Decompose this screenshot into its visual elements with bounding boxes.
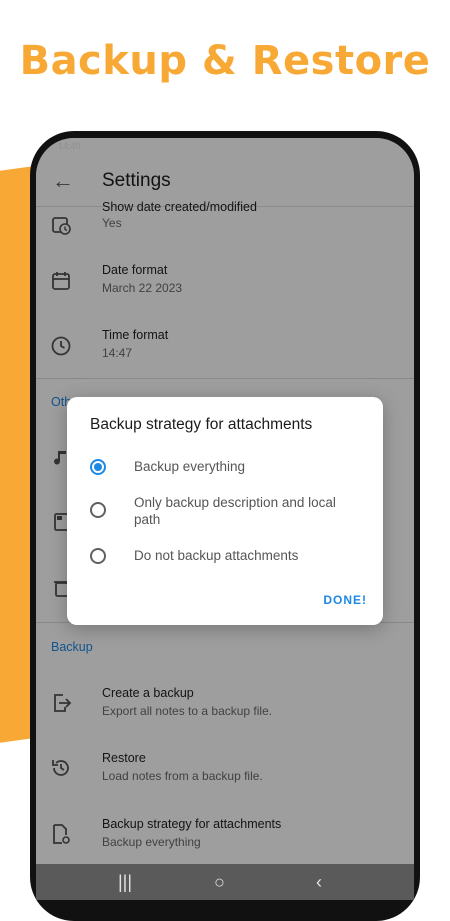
backup-strategy-dialog: Backup strategy for attachments Backup e…	[67, 397, 383, 625]
option-backup-everything[interactable]: Backup everything	[90, 457, 370, 477]
promo-title: Backup & Restore	[19, 38, 431, 84]
radio-button[interactable]	[90, 502, 106, 518]
option-label: Backup everything	[134, 459, 246, 474]
option-description-path[interactable]: Only backup description and local path	[90, 494, 370, 530]
back-nav-icon[interactable]: ‹	[316, 872, 322, 893]
done-button[interactable]: DONE!	[323, 593, 367, 607]
radio-button[interactable]	[90, 548, 106, 564]
option-label: Do not backup attachments	[134, 548, 299, 563]
dialog-title: Backup strategy for attachments	[90, 416, 313, 433]
system-nav-bar: ||| ○ ‹	[36, 864, 414, 900]
recents-icon[interactable]: |||	[118, 872, 132, 893]
option-label: Only backup description and local path	[134, 495, 336, 527]
home-icon[interactable]: ○	[214, 872, 225, 893]
radio-button[interactable]	[90, 459, 106, 475]
option-no-attachments[interactable]: Do not backup attachments	[90, 546, 370, 566]
